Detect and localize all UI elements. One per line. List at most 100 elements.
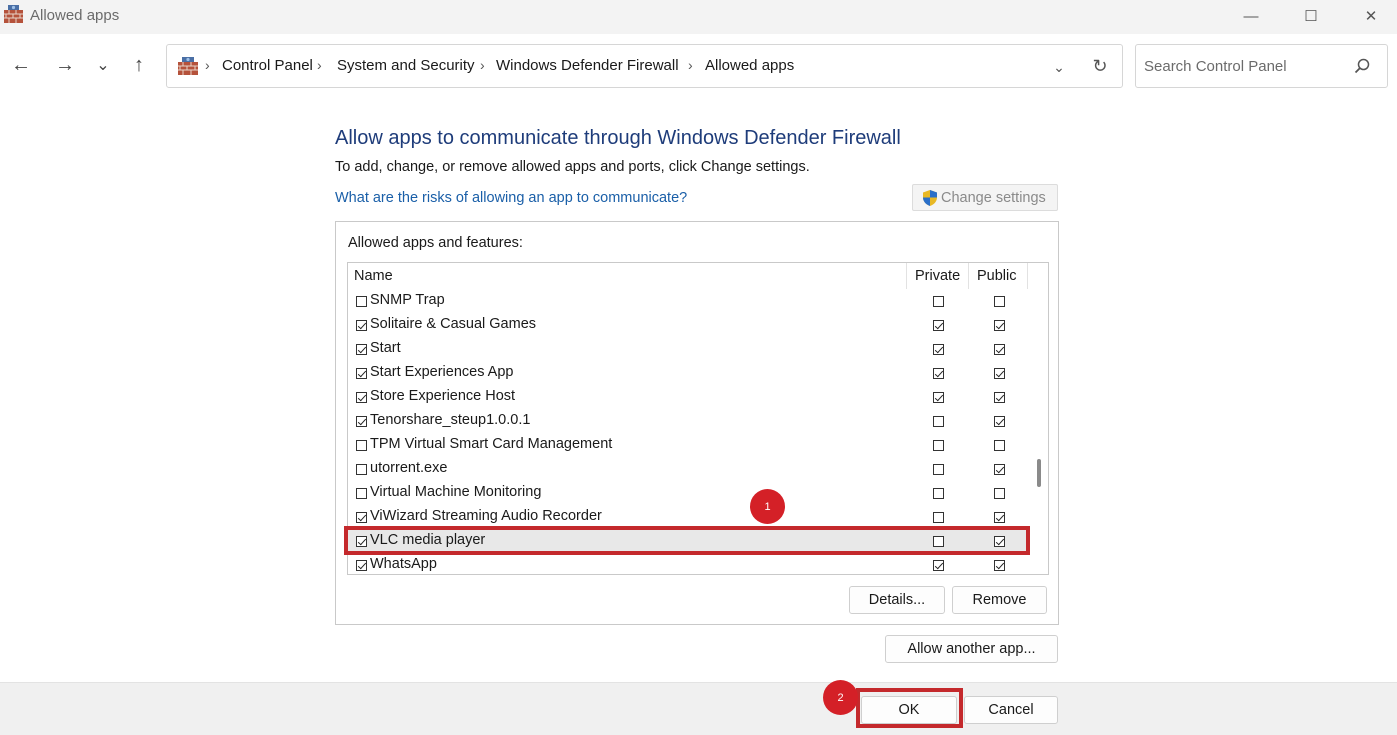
private-checkbox[interactable]: [933, 416, 944, 427]
app-enabled-checkbox[interactable]: [356, 416, 367, 427]
app-row[interactable]: Virtual Machine Monitoring: [348, 481, 1028, 505]
app-enabled-checkbox[interactable]: [356, 392, 367, 403]
close-button[interactable]: ✕: [1348, 0, 1394, 32]
public-checkbox[interactable]: [994, 320, 1005, 331]
app-enabled-checkbox[interactable]: [356, 440, 367, 451]
minimize-button[interactable]: —: [1228, 0, 1274, 32]
public-checkbox[interactable]: [994, 296, 1005, 307]
change-settings-button[interactable]: Change settings: [912, 184, 1058, 211]
private-checkbox[interactable]: [933, 464, 944, 475]
breadcrumb-separator: ›: [317, 57, 322, 73]
remove-button[interactable]: Remove: [952, 586, 1047, 614]
arrow-up-icon: ↑: [134, 53, 144, 76]
search-input[interactable]: [1144, 55, 1344, 77]
app-enabled-checkbox[interactable]: [356, 344, 367, 355]
page-description: To add, change, or remove allowed apps a…: [335, 159, 810, 175]
private-checkbox[interactable]: [933, 344, 944, 355]
address-dropdown-button[interactable]: ⌄: [1047, 55, 1071, 79]
app-name: ViWizard Streaming Audio Recorder: [370, 508, 602, 524]
group-label: Allowed apps and features:: [348, 235, 523, 251]
chevron-down-icon: ⌄: [96, 57, 110, 74]
risks-help-link[interactable]: What are the risks of allowing an app to…: [335, 190, 687, 206]
app-name: TPM Virtual Smart Card Management: [370, 436, 613, 452]
app-row[interactable]: Start Experiences App: [348, 361, 1028, 385]
app-row[interactable]: Store Experience Host: [348, 385, 1028, 409]
highlight-box-ok-button: [856, 688, 963, 728]
private-checkbox[interactable]: [933, 296, 944, 307]
cancel-button[interactable]: Cancel: [964, 696, 1058, 724]
scroll-thumb[interactable]: [1037, 459, 1041, 487]
private-checkbox[interactable]: [933, 320, 944, 331]
public-checkbox[interactable]: [994, 488, 1005, 499]
list-scrollbar[interactable]: [1029, 263, 1048, 574]
app-enabled-checkbox[interactable]: [356, 320, 367, 331]
breadcrumb-control-panel[interactable]: Control Panel: [222, 57, 313, 74]
forward-button[interactable]: →: [50, 50, 80, 80]
back-button[interactable]: ←: [6, 50, 36, 80]
shield-icon: [923, 189, 937, 206]
details-button[interactable]: Details...: [849, 586, 945, 614]
maximize-button[interactable]: ☐: [1288, 0, 1334, 32]
breadcrumb-system-and-security[interactable]: System and Security: [337, 57, 475, 74]
breadcrumb-allowed-apps[interactable]: Allowed apps: [705, 57, 794, 74]
private-checkbox[interactable]: [933, 440, 944, 451]
search-icon[interactable]: [1353, 57, 1371, 75]
app-row[interactable]: SNMP Trap: [348, 289, 1028, 313]
firewall-app-icon: [4, 5, 23, 23]
dialog-footer: [0, 682, 1397, 735]
private-checkbox[interactable]: [933, 392, 944, 403]
private-checkbox[interactable]: [933, 488, 944, 499]
up-button[interactable]: ↑: [124, 50, 154, 80]
column-header-public[interactable]: Public: [977, 268, 1017, 284]
app-enabled-checkbox[interactable]: [356, 560, 367, 571]
allowed-apps-group: Allowed apps and features: Name Private …: [335, 221, 1059, 625]
recent-locations-button[interactable]: ⌄: [88, 50, 118, 80]
app-name: utorrent.exe: [370, 460, 448, 476]
app-row[interactable]: Solitaire & Casual Games: [348, 313, 1028, 337]
breadcrumb-windows-defender-firewall[interactable]: Windows Defender Firewall: [496, 57, 679, 74]
public-checkbox[interactable]: [994, 440, 1005, 451]
step-marker-2: 2: [823, 680, 858, 715]
minimize-icon: —: [1243, 7, 1259, 25]
app-name: Start: [370, 340, 401, 356]
app-row[interactable]: WhatsApp: [348, 553, 1028, 574]
app-enabled-checkbox[interactable]: [356, 464, 367, 475]
app-name: WhatsApp: [370, 556, 437, 572]
step-marker-1: 1: [750, 489, 785, 524]
window-title: Allowed apps: [30, 7, 120, 24]
app-enabled-checkbox[interactable]: [356, 296, 367, 307]
public-checkbox[interactable]: [994, 464, 1005, 475]
app-enabled-checkbox[interactable]: [356, 512, 367, 523]
app-name: Solitaire & Casual Games: [370, 316, 537, 332]
refresh-icon: ↻: [1092, 55, 1108, 76]
app-row[interactable]: Start: [348, 337, 1028, 361]
app-row[interactable]: Tenorshare_steup1.0.0.1: [348, 409, 1028, 433]
chevron-down-icon: ⌄: [1053, 58, 1065, 75]
app-row[interactable]: TPM Virtual Smart Card Management: [348, 433, 1028, 457]
app-row[interactable]: utorrent.exe: [348, 457, 1028, 481]
public-checkbox[interactable]: [994, 512, 1005, 523]
close-icon: ✕: [1364, 8, 1378, 25]
app-name: SNMP Trap: [370, 292, 445, 308]
column-header-private[interactable]: Private: [915, 268, 960, 284]
allow-another-app-button[interactable]: Allow another app...: [885, 635, 1058, 663]
app-name: Store Experience Host: [370, 388, 516, 404]
search-box[interactable]: [1135, 44, 1388, 88]
private-checkbox[interactable]: [933, 512, 944, 523]
public-checkbox[interactable]: [994, 560, 1005, 571]
public-checkbox[interactable]: [994, 368, 1005, 379]
column-header-name[interactable]: Name: [354, 268, 393, 284]
app-name: Virtual Machine Monitoring: [370, 484, 542, 500]
public-checkbox[interactable]: [994, 392, 1005, 403]
app-enabled-checkbox[interactable]: [356, 368, 367, 379]
maximize-icon: ☐: [1304, 8, 1318, 25]
private-checkbox[interactable]: [933, 368, 944, 379]
public-checkbox[interactable]: [994, 416, 1005, 427]
public-checkbox[interactable]: [994, 344, 1005, 355]
refresh-button[interactable]: ↻: [1088, 54, 1112, 78]
private-checkbox[interactable]: [933, 560, 944, 571]
app-enabled-checkbox[interactable]: [356, 488, 367, 499]
address-bar[interactable]: › Control Panel › System and Security › …: [166, 44, 1123, 88]
page-heading: Allow apps to communicate through Window…: [335, 127, 901, 149]
app-name: Tenorshare_steup1.0.0.1: [370, 412, 531, 428]
